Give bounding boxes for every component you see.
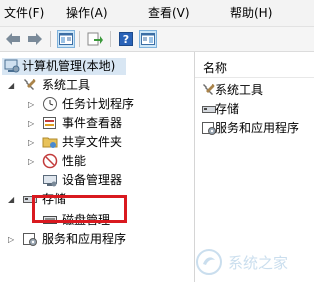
tree-item-services-apps[interactable]: ▷ 服务和应用程序 bbox=[0, 231, 194, 248]
menu-bar: 文件(F) 操作(A) 查看(V) 帮助(H) bbox=[0, 0, 314, 27]
shared-folder-icon bbox=[42, 137, 58, 148]
tree-item-shared-folders[interactable]: ▷ 共享文件夹 bbox=[0, 134, 194, 151]
list-item-label: 系统工具 bbox=[215, 83, 264, 97]
expand-arrow-icon[interactable]: ▷ bbox=[28, 115, 38, 132]
event-viewer-icon bbox=[43, 117, 56, 129]
toolbar-separator bbox=[110, 31, 111, 47]
back-button[interactable] bbox=[4, 30, 22, 48]
menu-action[interactable]: 操作(A) bbox=[66, 5, 108, 21]
list-item[interactable]: 服务和应用程序 bbox=[201, 120, 313, 137]
collapse-arrow-icon[interactable]: ◢ bbox=[8, 191, 18, 208]
watermark: 系统之家 bbox=[188, 248, 308, 276]
performance-icon bbox=[42, 153, 58, 169]
help-icon: ? bbox=[119, 32, 133, 46]
tree-item-label: 服务和应用程序 bbox=[42, 232, 127, 246]
export-list-icon bbox=[87, 32, 103, 46]
toolbar-separator bbox=[79, 31, 80, 47]
toolbar: ? bbox=[0, 27, 314, 52]
tree-item-label: 性能 bbox=[62, 154, 87, 168]
menu-file[interactable]: 文件(F) bbox=[4, 5, 44, 21]
expand-arrow-icon[interactable]: ▷ bbox=[28, 153, 38, 170]
clock-icon bbox=[43, 97, 57, 111]
list-item[interactable]: 系统工具 bbox=[201, 82, 313, 99]
svg-text:?: ? bbox=[123, 33, 129, 46]
expand-arrow-icon[interactable]: ▷ bbox=[28, 96, 38, 113]
tree-item-label: 系统工具 bbox=[42, 78, 91, 92]
list-item-label: 服务和应用程序 bbox=[215, 121, 300, 135]
collapse-arrow-icon[interactable]: ◢ bbox=[8, 77, 18, 94]
tree-item-label: 设备管理器 bbox=[62, 173, 123, 187]
watermark-logo-icon bbox=[196, 249, 222, 275]
computer-management-icon bbox=[4, 59, 20, 73]
back-icon bbox=[6, 33, 20, 45]
properties-button[interactable] bbox=[139, 30, 157, 48]
export-list-button[interactable] bbox=[86, 30, 104, 48]
properties-icon bbox=[141, 33, 155, 45]
help-button[interactable]: ? bbox=[117, 30, 135, 48]
list-item-label: 存储 bbox=[215, 102, 240, 116]
tree-item-system-tools[interactable]: ◢ 系统工具 bbox=[0, 77, 194, 94]
tree-item-task-scheduler[interactable]: ▷ 任务计划程序 bbox=[0, 96, 194, 113]
device-manager-icon bbox=[43, 175, 57, 187]
tree-item-event-viewer[interactable]: ▷ 事件查看器 bbox=[0, 115, 194, 132]
tree-item-performance[interactable]: ▷ 性能 bbox=[0, 153, 194, 170]
tree-item-label: 事件查看器 bbox=[62, 116, 123, 130]
menu-view[interactable]: 查看(V) bbox=[148, 5, 190, 21]
expand-arrow-icon[interactable]: ▷ bbox=[8, 231, 18, 248]
tree-root-label: 计算机管理(本地) bbox=[22, 59, 116, 73]
services-icon bbox=[23, 233, 37, 246]
forward-icon bbox=[28, 33, 42, 45]
tools-icon bbox=[24, 79, 36, 90]
tree-root[interactable]: 计算机管理(本地) bbox=[2, 58, 126, 75]
tree-item-label: 共享文件夹 bbox=[62, 135, 123, 149]
toolbar-separator bbox=[50, 31, 51, 47]
tree-item-device-manager[interactable]: 设备管理器 bbox=[0, 172, 194, 189]
list-item[interactable]: 存储 bbox=[201, 101, 313, 118]
show-tree-button[interactable] bbox=[57, 30, 75, 48]
tree-item-label: 任务计划程序 bbox=[62, 97, 135, 111]
show-tree-icon bbox=[59, 33, 73, 45]
expand-arrow-icon[interactable]: ▷ bbox=[28, 134, 38, 151]
forward-button[interactable] bbox=[26, 30, 44, 48]
highlight-box bbox=[32, 195, 127, 223]
menu-help[interactable]: 帮助(H) bbox=[230, 5, 272, 21]
column-header-name[interactable]: 名称 bbox=[195, 58, 314, 78]
navigation-tree: 计算机管理(本地) ◢ 系统工具 ▷ 任务计划程序 ▷ 事件查看器 ▷ 共享文件… bbox=[0, 52, 195, 282]
watermark-text: 系统之家 bbox=[228, 254, 289, 272]
